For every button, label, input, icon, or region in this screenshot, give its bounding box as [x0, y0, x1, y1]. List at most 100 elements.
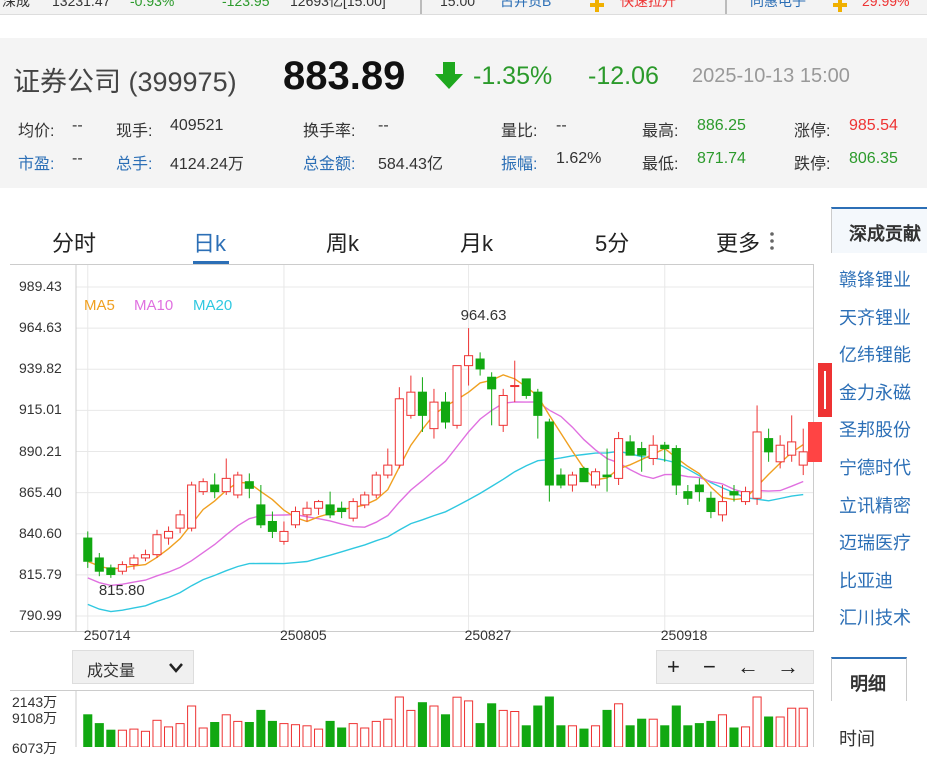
- ticker-item[interactable]: 快速拉升: [620, 0, 676, 8]
- pan-right-button[interactable]: →: [777, 651, 799, 683]
- candle-body[interactable]: [290, 511, 301, 526]
- stock-link[interactable]: 赣锋锂业: [839, 266, 911, 292]
- candle-body[interactable]: [602, 474, 612, 478]
- volume-bar: [752, 696, 762, 748]
- candle-body[interactable]: [198, 481, 208, 493]
- contribution-header-label: 深成贡献: [849, 224, 921, 244]
- candle-body[interactable]: [498, 394, 508, 426]
- tab-5[interactable]: 更多: [716, 226, 760, 258]
- candle-body[interactable]: [429, 401, 439, 430]
- candle-body[interactable]: [717, 501, 727, 516]
- ticker-item[interactable]: 古井贡B: [500, 0, 551, 8]
- ticker-item[interactable]: 29.99%: [862, 0, 909, 8]
- candle-body[interactable]: [648, 444, 658, 459]
- candle-body[interactable]: [302, 507, 312, 516]
- candle-body[interactable]: [475, 358, 485, 370]
- stock-link[interactable]: 天齐锂业: [839, 304, 911, 330]
- candle-body[interactable]: [152, 534, 162, 556]
- candle-body[interactable]: [510, 385, 520, 388]
- candle-body[interactable]: [117, 564, 127, 572]
- candle-body[interactable]: [140, 554, 151, 559]
- candle-body[interactable]: [579, 467, 589, 483]
- zoom-in-button[interactable]: +: [667, 651, 680, 683]
- candle-body[interactable]: [487, 376, 497, 390]
- candle-body[interactable]: [244, 481, 254, 489]
- stat-value: 4124.24万: [170, 156, 244, 173]
- y-tick-label: 939.82: [19, 360, 62, 377]
- kline-chart[interactable]: 964.63 815.80 MA5 MA10 MA20: [10, 265, 813, 631]
- stock-link[interactable]: 立讯精密: [839, 492, 911, 518]
- candle-body[interactable]: [325, 504, 335, 516]
- tab-3[interactable]: 月k: [460, 226, 493, 258]
- candle-body[interactable]: [83, 537, 93, 562]
- candle-body[interactable]: [614, 438, 624, 479]
- candle-body[interactable]: [129, 557, 139, 566]
- candle-body[interactable]: [787, 441, 797, 456]
- candle-body[interactable]: [544, 421, 554, 486]
- kline-chart-area[interactable]: 964.63 815.80 MA5 MA10 MA20: [10, 264, 814, 632]
- candle-body[interactable]: [625, 441, 635, 456]
- candle-body[interactable]: [683, 491, 693, 499]
- ticker-item[interactable]: 同惠电子: [750, 0, 806, 8]
- volume-chart-area[interactable]: [10, 690, 814, 748]
- candle-body[interactable]: [267, 520, 277, 532]
- candle-body[interactable]: [775, 444, 785, 463]
- zoom-out-button[interactable]: −: [703, 651, 716, 683]
- chart-scroll-handle-secondary[interactable]: [808, 422, 822, 462]
- candle-body[interactable]: [660, 444, 670, 450]
- candle-body[interactable]: [94, 557, 104, 572]
- candle-body[interactable]: [521, 378, 531, 396]
- candle-body[interactable]: [406, 391, 416, 416]
- candle-body[interactable]: [279, 530, 289, 542]
- stock-link[interactable]: 亿纬锂能: [839, 341, 911, 367]
- candle-body[interactable]: [533, 391, 543, 416]
- candle-body[interactable]: [764, 438, 774, 453]
- candle-body[interactable]: [740, 491, 751, 503]
- candle-body[interactable]: [164, 530, 174, 539]
- candle-body[interactable]: [417, 391, 427, 416]
- tab-detail[interactable]: 明细: [831, 657, 907, 701]
- candle-body[interactable]: [706, 497, 716, 513]
- stock-link[interactable]: 汇川技术: [839, 604, 911, 630]
- candle-body[interactable]: [383, 464, 393, 476]
- candle-body[interactable]: [256, 504, 266, 526]
- stock-link[interactable]: 迈瑞医疗: [839, 529, 911, 555]
- tab-2[interactable]: 周k: [326, 226, 359, 258]
- tab-0[interactable]: 分时: [52, 226, 96, 258]
- contribution-panel-header[interactable]: 深成贡献: [831, 207, 927, 253]
- candle-body[interactable]: [337, 507, 347, 513]
- candle-body[interactable]: [440, 401, 451, 423]
- candle-body[interactable]: [729, 491, 739, 496]
- candle-body[interactable]: [637, 448, 647, 456]
- candle-body[interactable]: [348, 501, 358, 519]
- volume-bar: [233, 720, 243, 748]
- candle-body[interactable]: [106, 567, 116, 576]
- candle-body[interactable]: [360, 494, 370, 506]
- tab-1[interactable]: 日k: [193, 226, 226, 258]
- candle-body[interactable]: [556, 474, 566, 486]
- candle-body[interactable]: [221, 477, 231, 493]
- candle-body[interactable]: [394, 398, 404, 466]
- stock-link[interactable]: 金力永磁: [839, 379, 911, 405]
- stock-link[interactable]: 圣邦股份: [839, 416, 911, 442]
- stock-link[interactable]: 比亚迪: [839, 567, 893, 593]
- candle-body[interactable]: [187, 484, 197, 529]
- candle-body[interactable]: [590, 471, 601, 486]
- candle-body[interactable]: [452, 365, 462, 426]
- candle-body[interactable]: [175, 514, 185, 529]
- stock-link[interactable]: 宁德时代: [839, 454, 911, 480]
- chart-scroll-handle[interactable]: [818, 363, 832, 417]
- candle-body[interactable]: [371, 474, 381, 496]
- candle-body[interactable]: [314, 501, 324, 509]
- candle-body[interactable]: [694, 484, 704, 493]
- candle-body[interactable]: [567, 474, 577, 486]
- candle-body[interactable]: [671, 448, 681, 486]
- candle-body[interactable]: [233, 474, 243, 496]
- candle-body[interactable]: [752, 431, 762, 499]
- candle-body[interactable]: [798, 451, 808, 466]
- candle-body[interactable]: [210, 484, 220, 493]
- candle-body[interactable]: [464, 355, 474, 367]
- indicator-select[interactable]: 成交量: [72, 650, 194, 684]
- pan-left-button[interactable]: ←: [737, 651, 759, 683]
- tab-4[interactable]: 5分: [595, 226, 629, 258]
